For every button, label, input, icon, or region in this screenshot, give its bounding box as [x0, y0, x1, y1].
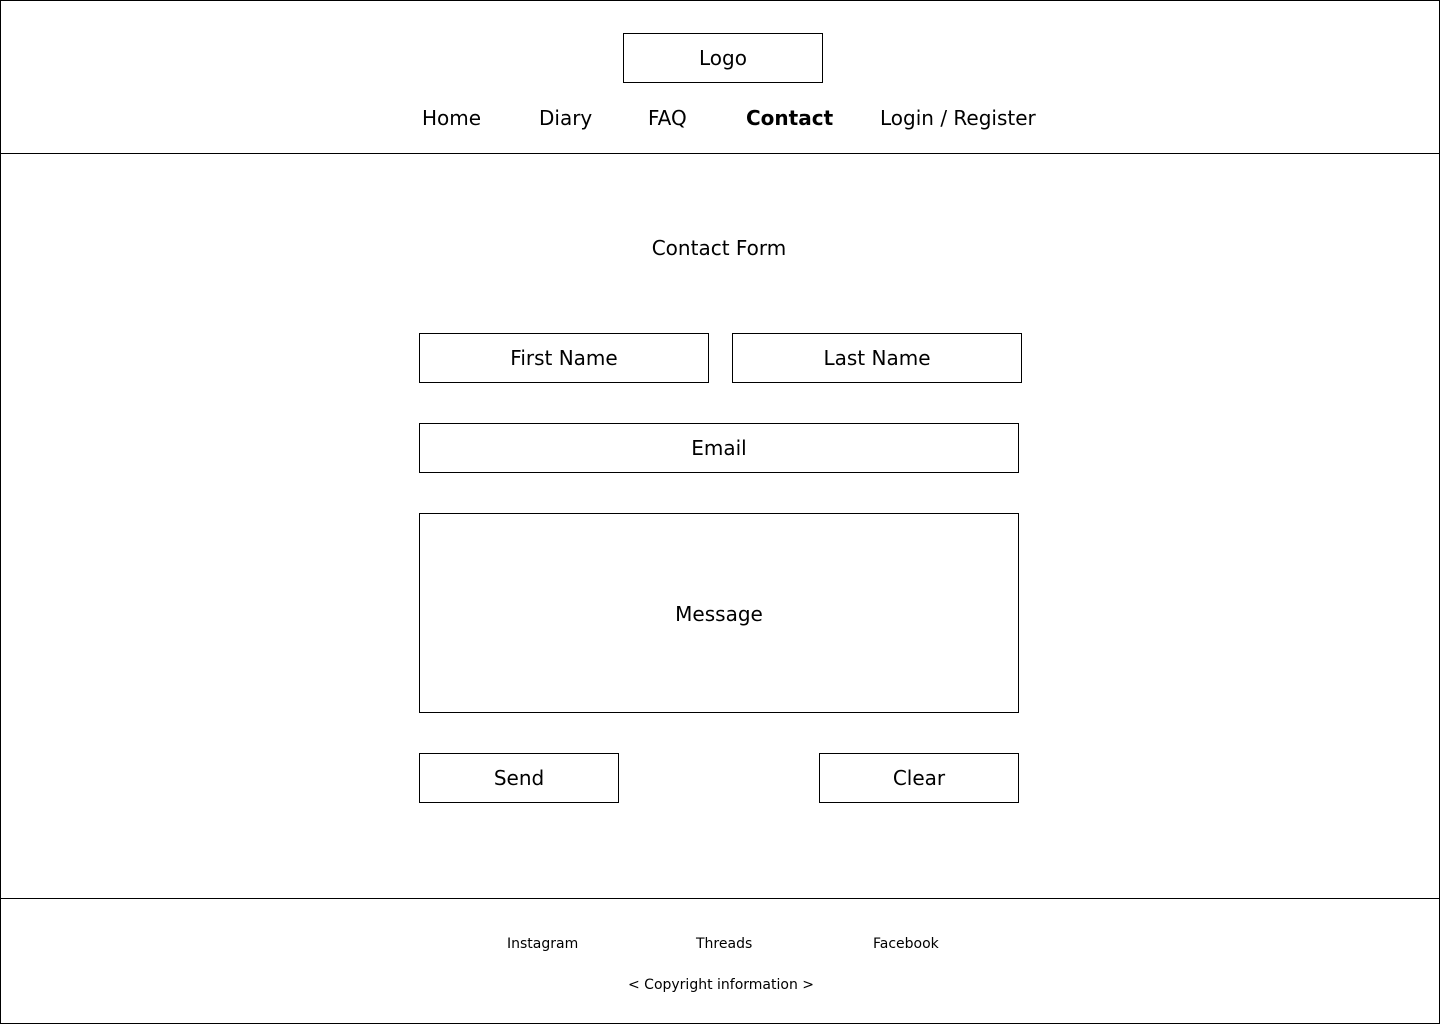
footer-link-threads[interactable]: Threads — [696, 935, 752, 953]
page-title: Contact Form — [651, 236, 787, 260]
header-divider — [1, 153, 1439, 154]
message-textarea[interactable] — [419, 513, 1019, 713]
nav-faq[interactable]: FAQ — [648, 105, 687, 131]
send-button[interactable]: Send — [419, 753, 619, 803]
last-name-input[interactable] — [732, 333, 1022, 383]
nav-diary[interactable]: Diary — [539, 105, 592, 131]
email-input[interactable] — [419, 423, 1019, 473]
footer-link-instagram[interactable]: Instagram — [507, 935, 578, 953]
copyright-text: < Copyright information > — [627, 977, 815, 993]
clear-button[interactable]: Clear — [819, 753, 1019, 803]
nav-home[interactable]: Home — [422, 105, 481, 131]
first-name-input[interactable] — [419, 333, 709, 383]
nav-login-register[interactable]: Login / Register — [880, 105, 1036, 131]
logo[interactable]: Logo — [623, 33, 823, 83]
footer-divider — [1, 898, 1439, 899]
page: Logo Home Diary FAQ Contact Login / Regi… — [0, 0, 1440, 1024]
nav-contact[interactable]: Contact — [746, 105, 833, 131]
footer-link-facebook[interactable]: Facebook — [873, 935, 939, 953]
